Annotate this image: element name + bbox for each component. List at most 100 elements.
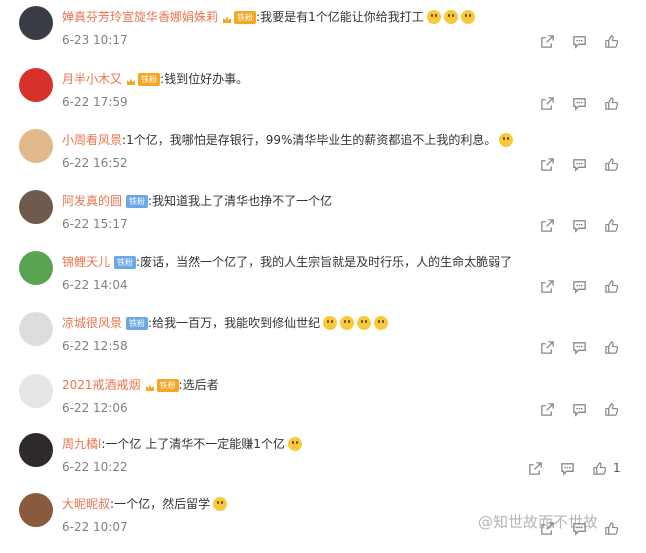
comment-actions [524,156,620,172]
share-icon[interactable] [540,339,556,355]
timestamp: 6-22 10:07 [62,520,128,534]
username-link[interactable]: 凉城很风景 [62,314,122,332]
comment-item: 婵真芬芳玲宣旋华香娜娟姝莉 铁粉: 我要是有1个亿能让你给我打工 6-23 10:17 [0,6,646,66]
avatar[interactable] [19,190,53,224]
comment-line: 月半小木又 铁粉: 钱到位好办事。 [62,70,248,88]
emoji-icon [340,316,355,330]
emoji-icon [357,316,372,330]
comment-item: 阿发真的圆 铁粉: 我知道我上了清华也挣不了一个亿 6-22 15:17 [0,190,646,250]
crown-icon [126,74,136,85]
timestamp: 6-22 10:22 [62,460,128,474]
share-icon[interactable] [540,95,556,111]
timestamp: 6-22 12:58 [62,339,128,353]
avatar[interactable] [19,6,53,40]
thumbs-up-icon[interactable] [604,520,620,536]
timestamp: 6-22 14:04 [62,278,128,292]
comment-text: 一个亿，然后留学 [114,497,211,511]
username-link[interactable]: 锦鲤天儿 [62,253,110,271]
comment-item: 小周看风景:1个亿，我哪怕是存银行，99%清华毕业生的薪资都追不上我的利息。 6-… [0,129,646,189]
comment-item: 月半小木又 铁粉: 钱到位好办事。 6-22 17:59 [0,68,646,128]
comment-icon[interactable] [572,95,588,111]
emoji-icon [460,10,475,24]
comment-text: 我知道我上了清华也挣不了一个亿 [152,194,333,208]
username-link[interactable]: 月半小木又 [62,70,122,88]
share-icon[interactable] [540,401,556,417]
comment-actions [524,217,620,233]
comment-item: 锦鲤天儿 铁粉: 废话，当然一个亿了，我的人生宗旨就是及时行乐，人的生命太脆弱了 6-… [0,251,646,311]
emoji-icon [213,497,228,511]
comment-text: 钱到位好办事。 [164,72,249,86]
fan-badge: 铁粉 [138,72,161,86]
share-icon[interactable] [528,460,544,476]
thumbs-up-icon[interactable] [592,460,608,476]
crown-icon [222,12,232,23]
thumbs-up-icon[interactable] [604,156,620,172]
comment-line: 2021戒酒戒烟 铁粉: 选后者 [62,376,219,394]
comment-actions [524,33,620,49]
thumbs-up-icon[interactable] [604,278,620,294]
avatar[interactable] [19,251,53,285]
watermark: @知世故而不世故 [478,513,599,531]
username-link[interactable]: 阿发真的圆 [62,192,122,210]
comment-icon[interactable] [572,217,588,233]
avatar[interactable] [19,68,53,102]
share-icon[interactable] [540,217,556,233]
comment-text: 废话，当然一个亿了，我的人生宗旨就是及时行乐，人的生命太脆弱了 [140,255,513,269]
comment-text: 选后者 [182,378,219,392]
timestamp: 6-22 12:06 [62,401,128,415]
thumbs-up-icon[interactable] [604,339,620,355]
comment-actions [524,339,620,355]
comment-icon[interactable] [572,278,588,294]
timestamp: 6-22 16:52 [62,156,128,170]
username-link[interactable]: 大昵昵叔 [62,495,110,513]
fan-badge: 铁粉 [114,255,137,269]
comment-item: 凉城很风景 铁粉: 给我一百万，我能吹到修仙世纪 6-22 12:58 [0,312,646,372]
username-link[interactable]: 小周看风景 [62,131,122,149]
avatar[interactable] [19,374,53,408]
comment-text: 给我一百万，我能吹到修仙世纪 [152,316,321,330]
like-count: 1 [613,461,621,475]
emoji-icon [499,133,514,147]
comment-actions [524,401,620,417]
share-icon[interactable] [540,156,556,172]
emoji-icon [443,10,458,24]
comment-icon[interactable] [572,33,588,49]
timestamp: 6-23 10:17 [62,33,128,47]
emoji-icon [287,437,302,451]
fan-badge: 铁粉 [156,378,179,392]
thumbs-up-icon[interactable] [604,33,620,49]
username-link[interactable]: 周九橘l [62,435,101,453]
avatar[interactable] [19,312,53,346]
comment-icon[interactable] [572,401,588,417]
comment-icon[interactable] [572,339,588,355]
emoji-icon [323,316,338,330]
thumbs-up-icon[interactable] [604,217,620,233]
thumbs-up-icon[interactable] [604,95,620,111]
thumbs-up-icon[interactable] [604,401,620,417]
comment-icon[interactable] [572,156,588,172]
timestamp: 6-22 17:59 [62,95,128,109]
comment-text: 1个亿，我哪怕是存银行，99%清华毕业生的薪资都追不上我的利息。 [126,133,497,147]
share-icon[interactable] [540,278,556,294]
fan-badge: 铁粉 [234,10,257,24]
comment-line: 婵真芬芳玲宣旋华香娜娟姝莉 铁粉: 我要是有1个亿能让你给我打工 [62,8,475,26]
comment-actions [524,278,620,294]
fan-badge: 铁粉 [126,316,149,330]
comment-line: 小周看风景:1个亿，我哪怕是存银行，99%清华毕业生的薪资都追不上我的利息。 [62,131,514,149]
comment-line: 锦鲤天儿 铁粉: 废话，当然一个亿了，我的人生宗旨就是及时行乐，人的生命太脆弱了 [62,253,512,271]
avatar[interactable] [19,129,53,163]
username-link[interactable]: 2021戒酒戒烟 [62,376,141,394]
comment-actions [524,95,620,111]
share-icon[interactable] [540,33,556,49]
avatar[interactable] [19,433,53,467]
comment-line: 凉城很风景 铁粉: 给我一百万，我能吹到修仙世纪 [62,314,389,332]
comment-item: 周九橘l: 一个亿 上了清华不一定能赚1个亿 6-22 10:22 1 [0,433,646,493]
avatar[interactable] [19,493,53,527]
comment-text: 一个亿 上了清华不一定能赚1个亿 [105,437,285,451]
comment-actions: 1 [512,460,621,476]
fan-badge: 铁粉 [126,194,149,208]
comment-icon[interactable] [560,460,576,476]
username-link[interactable]: 婵真芬芳玲宣旋华香娜娟姝莉 [62,8,218,26]
comment-text: 我要是有1个亿能让你给我打工 [260,10,424,24]
crown-icon [145,380,155,391]
